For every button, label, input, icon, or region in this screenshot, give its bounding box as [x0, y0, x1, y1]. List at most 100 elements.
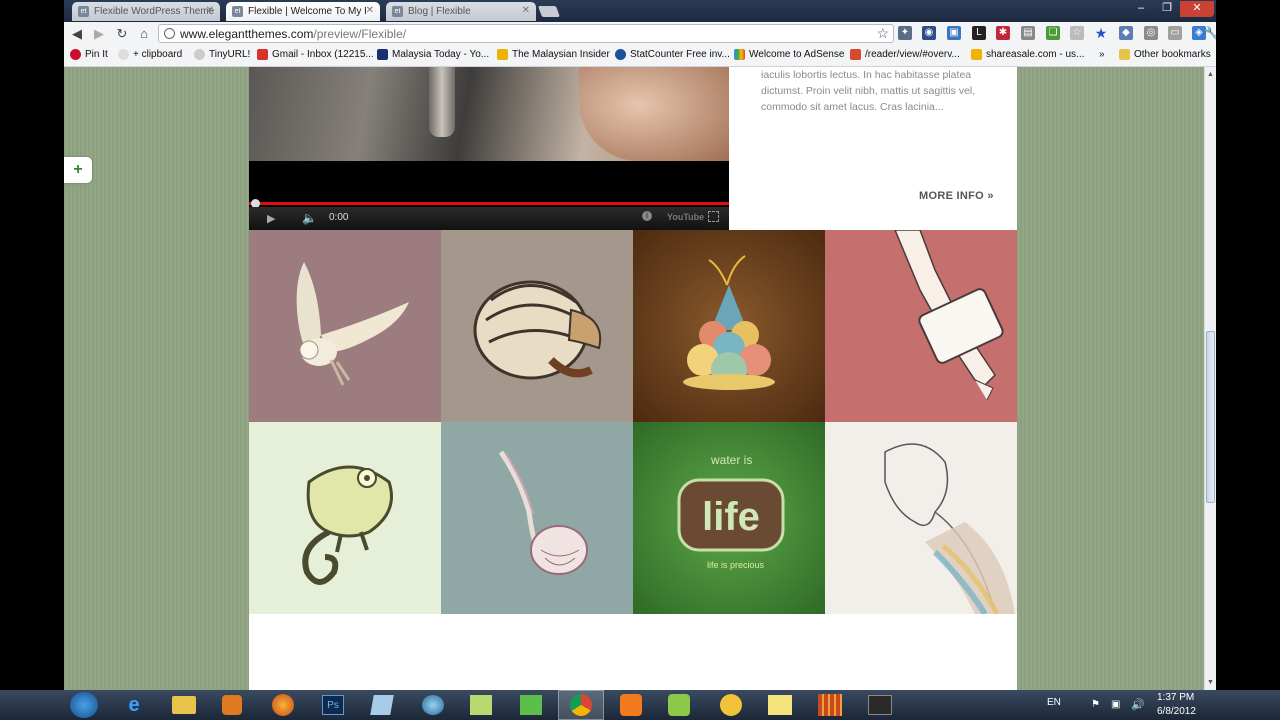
gallery-item-woman-sketch[interactable]	[825, 422, 1017, 614]
bookmark-item[interactable]: shareasale.com - us...	[971, 49, 1084, 60]
close-icon[interactable]: ✕	[522, 5, 530, 16]
play-icon[interactable]: ▶	[267, 212, 275, 225]
taskbar: e Ps EN ⚑ ▣ 🔊 1:37 PM 6/8/2012	[0, 690, 1280, 720]
gallery-item-owl[interactable]	[249, 230, 441, 422]
bookmarks-bar: Pin It + clipboard TinyURL! Gmail - Inbo…	[64, 46, 1216, 67]
home-icon[interactable]: ⌂	[136, 26, 152, 42]
extension-icon[interactable]: ✱	[996, 26, 1010, 40]
extension-icon[interactable]: L	[972, 26, 986, 40]
photoshop-icon[interactable]: Ps	[322, 695, 344, 715]
extension-icon[interactable]: ◎	[1144, 26, 1158, 40]
clipboard-icon	[118, 49, 129, 60]
gallery-item-armadillo[interactable]	[441, 230, 633, 422]
tab-blog-flexible[interactable]: et Blog | Flexible ✕	[386, 2, 536, 21]
xampp-icon[interactable]	[620, 694, 642, 716]
gallery-item-water-is-life[interactable]: life water is life is precious	[633, 422, 825, 614]
flag-icon[interactable]: ⚑	[1091, 699, 1100, 710]
plus-icon[interactable]: +	[64, 157, 92, 183]
youtube-logo[interactable]: YouTube	[667, 212, 704, 222]
forward-icon[interactable]: ▶	[91, 26, 107, 42]
smiley-icon[interactable]	[668, 694, 690, 716]
volume-tray-icon[interactable]: 🔊	[1131, 698, 1145, 711]
extension-icon[interactable]: ❏	[1046, 26, 1060, 40]
folder-icon	[1119, 49, 1130, 60]
media-player-icon[interactable]	[222, 695, 242, 715]
bookmark-item[interactable]: Gmail - Inbox (12215...	[257, 49, 374, 60]
adsense-icon	[734, 49, 745, 60]
clock-date[interactable]: 6/8/2012	[1157, 706, 1196, 717]
extension-icon[interactable]: ▤	[1021, 26, 1035, 40]
bookmark-item[interactable]: /reader/view/#overv...	[850, 49, 960, 60]
close-icon[interactable]: ✕	[206, 5, 214, 16]
microphone-image	[429, 67, 455, 137]
scroll-down-icon[interactable]: ▼	[1205, 677, 1216, 688]
address-bar[interactable]: www.elegantthemes.com/preview/Flexible/ …	[158, 24, 894, 43]
wrench-icon[interactable]: 🔧	[1204, 26, 1216, 40]
statcounter-icon	[615, 49, 626, 60]
letterbox-right	[1216, 0, 1280, 690]
svg-text:water is: water is	[710, 453, 752, 467]
bookmark-item[interactable]: StatCounter Free inv...	[615, 49, 730, 60]
letterbox-left	[0, 0, 64, 690]
sticky-notes-icon[interactable]	[768, 695, 792, 715]
maximize-icon[interactable]: ❐	[1154, 1, 1180, 17]
gallery-item-figure-with-bag[interactable]	[825, 230, 1017, 422]
clock-time[interactable]: 1:37 PM	[1157, 692, 1194, 703]
vertical-scrollbar[interactable]: ▲ ▼	[1204, 67, 1216, 690]
info-icon[interactable]: i	[642, 211, 652, 221]
shareasale-icon	[971, 49, 982, 60]
extension-icon[interactable]: ◆	[1119, 26, 1133, 40]
bookmark-item[interactable]: Malaysia Today - Yo...	[377, 49, 489, 60]
scrollbar-thumb[interactable]	[1206, 331, 1215, 503]
bookmark-item[interactable]: Welcome to AdSense	[734, 49, 844, 60]
messenger-icon[interactable]	[422, 695, 444, 715]
close-icon[interactable]: ✕	[366, 5, 374, 16]
extension-icon[interactable]: ◉	[922, 26, 936, 40]
gallery-item-chameleon[interactable]	[249, 422, 441, 614]
tab-flexible-welcome[interactable]: et Flexible | Welcome To My P ✕	[226, 2, 380, 21]
gallery-item-snail-tree[interactable]	[633, 230, 825, 422]
folder-icon[interactable]	[172, 696, 196, 714]
network-icon[interactable]: ▣	[1111, 699, 1120, 710]
volume-icon[interactable]: 🔈	[302, 211, 317, 225]
minimize-icon[interactable]: ‒	[1128, 1, 1154, 17]
notepad-icon[interactable]	[370, 695, 394, 715]
new-tab-button[interactable]	[537, 6, 561, 17]
toolbar: ◀ ▶ ↻ ⌂ www.elegantthemes.com/preview/Fl…	[64, 22, 1216, 46]
more-info-link[interactable]: MORE INFO »	[919, 190, 994, 202]
firefox-icon[interactable]	[272, 694, 294, 716]
editor-icon[interactable]	[520, 695, 542, 715]
reload-icon[interactable]: ↻	[114, 26, 130, 42]
video-progress-bar[interactable]	[249, 199, 729, 208]
reader-icon	[850, 49, 861, 60]
other-bookmarks[interactable]: Other bookmarks	[1119, 49, 1211, 60]
star-icon[interactable]: ★	[1094, 26, 1108, 40]
back-icon[interactable]: ◀	[69, 26, 85, 42]
bookmark-item[interactable]: The Malaysian Insider	[497, 49, 610, 60]
close-window-icon[interactable]: ✕	[1180, 1, 1214, 17]
jellyfish-illustration	[498, 450, 588, 575]
video-player[interactable]: ▶ 🔈 0:00 i YouTube	[249, 67, 729, 230]
internet-explorer-icon[interactable]: e	[122, 694, 146, 716]
chat-icon[interactable]	[720, 694, 742, 716]
bookmark-item[interactable]: + clipboard	[118, 49, 182, 60]
extension-icon[interactable]: ▣	[947, 26, 961, 40]
archive-icon[interactable]	[818, 694, 842, 716]
scroll-up-icon[interactable]: ▲	[1205, 69, 1216, 80]
start-button[interactable]	[70, 692, 98, 718]
bookmark-star-icon[interactable]: ☆	[876, 25, 889, 42]
language-indicator[interactable]: EN	[1047, 697, 1061, 708]
bookmark-item[interactable]: Pin It	[70, 49, 108, 60]
chrome-icon[interactable]	[558, 690, 604, 720]
extension-icon[interactable]: ✦	[898, 26, 912, 40]
extension-icon[interactable]: ▭	[1168, 26, 1182, 40]
bookmark-item[interactable]: TinyURL!	[194, 49, 250, 60]
video-controls: ▶ 🔈 0:00 i YouTube	[249, 207, 729, 230]
notes-icon[interactable]	[470, 695, 492, 715]
terminal-icon[interactable]	[868, 695, 892, 715]
bookmarks-overflow[interactable]: »	[1099, 49, 1105, 60]
extension-icon[interactable]: ☆	[1070, 26, 1084, 40]
gallery-item-jellyfish[interactable]	[441, 422, 633, 614]
fullscreen-icon[interactable]	[708, 211, 719, 222]
tab-flexible-theme[interactable]: et Flexible WordPress Theme ✕	[72, 2, 220, 21]
